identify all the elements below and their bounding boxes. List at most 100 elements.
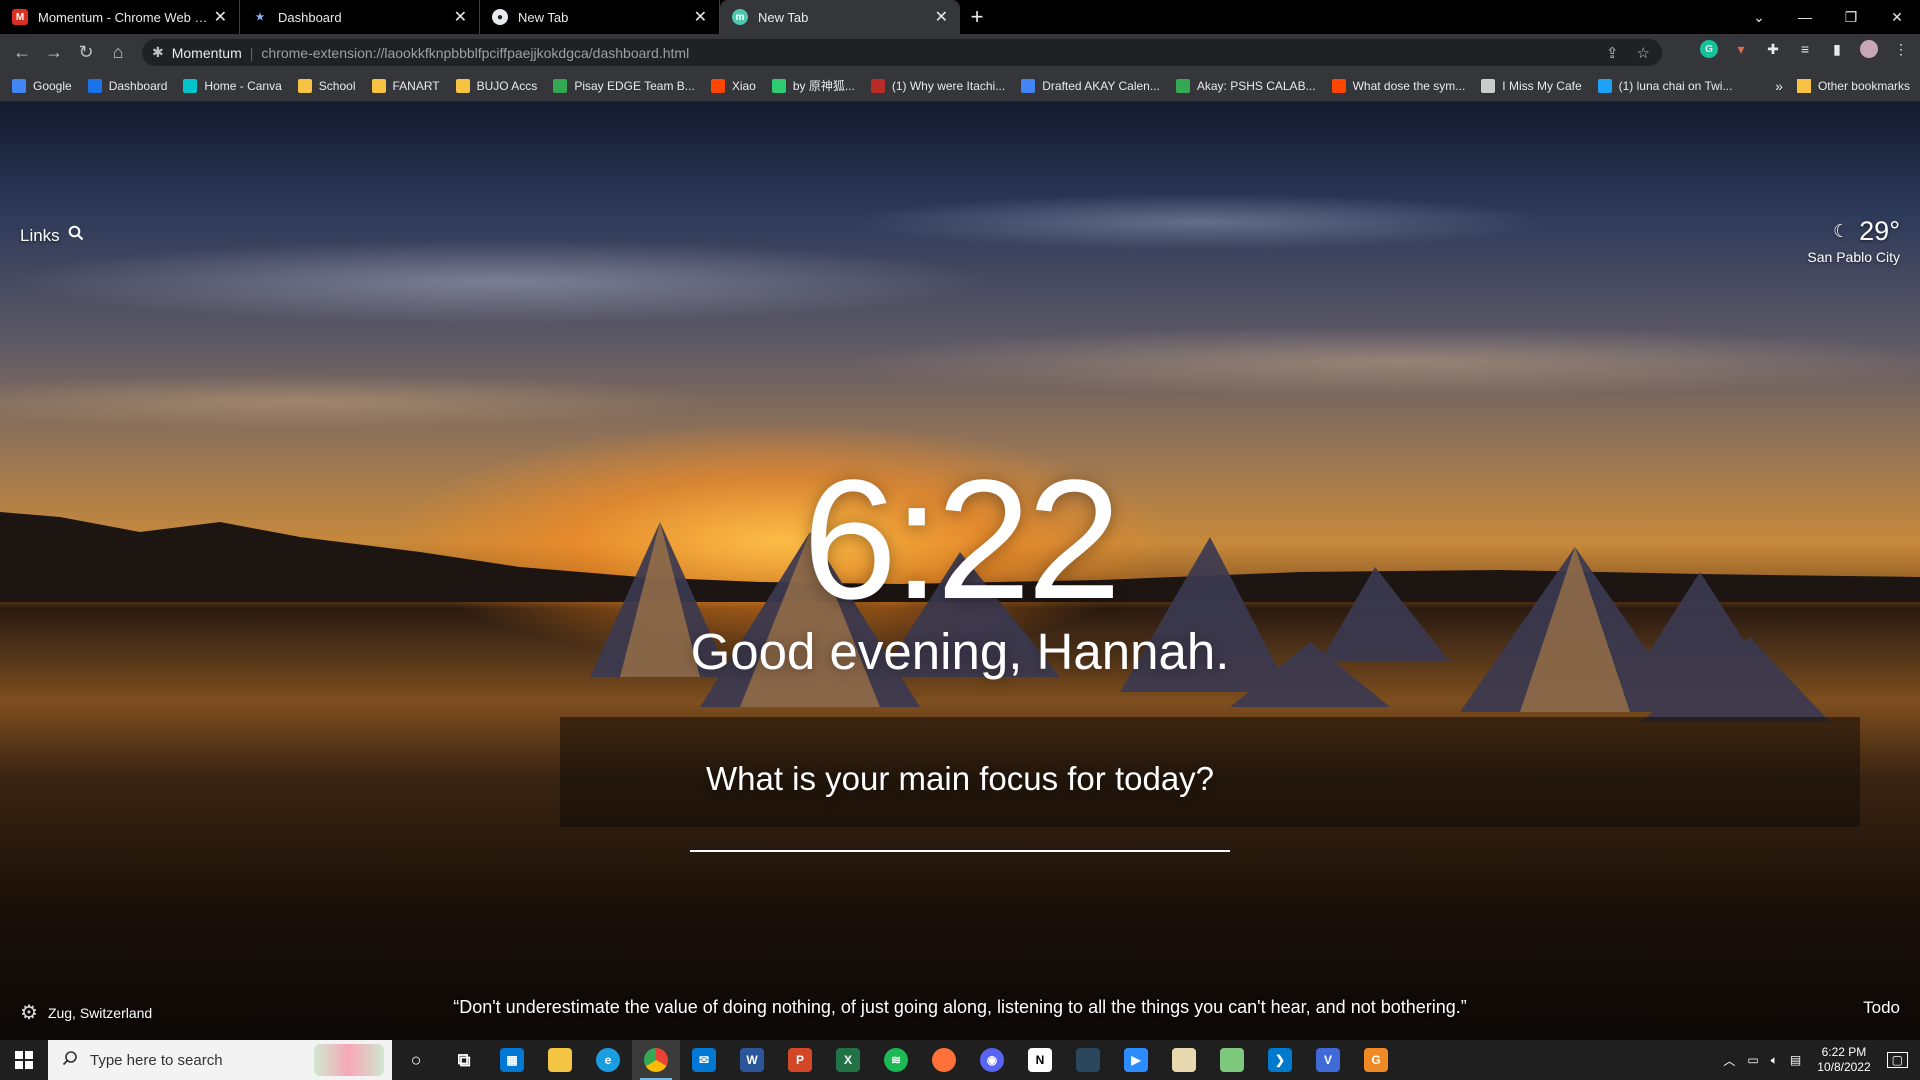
taskbar-zoom[interactable]: ▶: [1112, 1040, 1160, 1080]
search-icon[interactable]: [68, 225, 84, 246]
links-button[interactable]: Links: [20, 225, 84, 246]
bookmark-favicon-icon: [710, 78, 725, 93]
taskbar-edge[interactable]: e: [584, 1040, 632, 1080]
word-icon: W: [740, 1048, 764, 1072]
taskbar-notion[interactable]: N: [1016, 1040, 1064, 1080]
url-text: chrome-extension://laookkfknpbbblfpciffp…: [261, 44, 690, 61]
taskbar-chrome[interactable]: [632, 1040, 680, 1080]
start-button[interactable]: [0, 1040, 48, 1080]
chrome-icon: ●: [492, 9, 508, 25]
taskbar-grammarly-app[interactable]: G: [1352, 1040, 1400, 1080]
bookmark-label: (1) luna chai on Twi...: [1618, 78, 1733, 93]
tab-new-tab-active[interactable]: m New Tab ✕: [720, 0, 960, 34]
edge-icon: e: [596, 1048, 620, 1072]
other-bookmarks-label: Other bookmarks: [1817, 78, 1910, 93]
profile-avatar-icon[interactable]: [1860, 40, 1878, 58]
taskbar-vpn[interactable]: V: [1304, 1040, 1352, 1080]
folder-icon: [1796, 78, 1811, 93]
bookmarks-overflow-icon[interactable]: »: [1775, 78, 1783, 94]
tab-new-tab[interactable]: ● New Tab ✕: [480, 0, 720, 34]
reload-icon[interactable]: ↻: [70, 36, 102, 68]
grammarly-icon[interactable]: G: [1700, 40, 1718, 58]
other-bookmarks[interactable]: Other bookmarks: [1796, 78, 1910, 93]
bookmark-item[interactable]: Google: [12, 78, 72, 93]
bookmark-item[interactable]: FANART: [371, 78, 440, 93]
focus-input[interactable]: [690, 810, 1230, 852]
divider: |: [249, 44, 254, 61]
extension-icons: G ▾ ✚ ≡ ▮ ⋮: [1700, 40, 1910, 58]
close-icon[interactable]: ✕: [454, 7, 467, 27]
bookmark-favicon-icon: [1481, 78, 1496, 93]
taskbar-steam[interactable]: [1064, 1040, 1112, 1080]
menu-icon[interactable]: ⋮: [1892, 40, 1910, 58]
bookmark-item[interactable]: Pisay EDGE Team B...: [553, 78, 695, 93]
side-panel-icon[interactable]: ▮: [1828, 40, 1846, 58]
bookmark-item[interactable]: Xiao: [710, 78, 756, 93]
tab-dashboard[interactable]: ★ Dashboard ✕: [240, 0, 480, 34]
taskbar-mail[interactable]: ✉: [680, 1040, 728, 1080]
bookmark-item[interactable]: Home - Canva: [183, 78, 282, 93]
address-bar[interactable]: ✱ Momentum | chrome-extension://laookkfk…: [142, 39, 1662, 66]
puzzle-icon[interactable]: ✚: [1764, 40, 1782, 58]
taskbar-spotify[interactable]: ≋: [872, 1040, 920, 1080]
tab-momentum-web-store[interactable]: M Momentum - Chrome Web Store ✕: [0, 0, 240, 34]
volume-icon[interactable]: 🔈︎: [1771, 1053, 1778, 1068]
close-icon[interactable]: ✕: [694, 7, 707, 27]
bookmark-favicon-icon: [12, 78, 26, 93]
bookmark-item[interactable]: I Miss My Cafe: [1481, 78, 1582, 93]
bookmark-item[interactable]: Dashboard: [87, 78, 167, 93]
bookmark-item[interactable]: BUJO Accs: [455, 78, 537, 93]
todo-button[interactable]: Todo: [1863, 998, 1900, 1018]
chrome-web-store-icon: M: [12, 9, 28, 25]
close-icon[interactable]: ✕: [935, 7, 948, 27]
share-icon[interactable]: ⇪: [1606, 44, 1619, 62]
close-window-icon[interactable]: ✕: [1874, 0, 1920, 34]
extension-cup-icon[interactable]: ▾: [1732, 40, 1750, 58]
bookmark-item[interactable]: (1) luna chai on Twi...: [1597, 78, 1733, 93]
taskbar-file-explorer[interactable]: [536, 1040, 584, 1080]
search-highlight-illustration: [314, 1044, 384, 1076]
paint-icon: [1172, 1048, 1196, 1072]
back-icon[interactable]: ←: [6, 36, 38, 68]
bookmark-item[interactable]: What dose the sym...: [1331, 78, 1465, 93]
bookmark-item[interactable]: Akay: PSHS CALAB...: [1175, 78, 1316, 93]
taskbar-microsoft-store[interactable]: ▦: [488, 1040, 536, 1080]
bookmark-item[interactable]: School: [297, 78, 356, 93]
taskbar-paint[interactable]: [1160, 1040, 1208, 1080]
chevron-up-icon[interactable]: ︿: [1723, 1052, 1735, 1069]
bookmark-label: FANART: [392, 78, 440, 93]
close-icon[interactable]: ✕: [214, 7, 227, 27]
taskbar-firefox[interactable]: [920, 1040, 968, 1080]
device-icon[interactable]: ▭: [1747, 1053, 1758, 1067]
bookmark-label: by 原神狐...: [792, 79, 855, 93]
bookmark-item[interactable]: Drafted AKAY Calen...: [1021, 78, 1160, 93]
discord-icon: ◉: [980, 1048, 1004, 1072]
taskbar-notepad[interactable]: [1208, 1040, 1256, 1080]
taskbar-task-view[interactable]: ⧉: [440, 1040, 488, 1080]
taskbar-word[interactable]: W: [728, 1040, 776, 1080]
taskbar-vscode[interactable]: ❯: [1256, 1040, 1304, 1080]
restore-icon[interactable]: ❐: [1828, 0, 1874, 34]
forward-icon[interactable]: →: [38, 36, 70, 68]
notifications-icon[interactable]: ▢: [1886, 1052, 1908, 1068]
bookmark-favicon-icon: [870, 78, 885, 93]
taskbar-powerpoint[interactable]: P: [776, 1040, 824, 1080]
bookmark-favicon-icon: [1175, 78, 1190, 93]
taskbar-clock[interactable]: 6:22 PM 10/8/2022: [1817, 1045, 1870, 1075]
taskbar-discord[interactable]: ◉: [968, 1040, 1016, 1080]
bookmark-item[interactable]: by 原神狐...: [771, 77, 855, 94]
weather-widget[interactable]: ☾ 29° San Pablo City: [1807, 216, 1900, 265]
bookmark-star-icon[interactable]: ☆: [1637, 44, 1650, 62]
minimize-icon[interactable]: —: [1782, 0, 1828, 34]
task-view-icon: ⧉: [457, 1049, 471, 1070]
taskbar-excel[interactable]: X: [824, 1040, 872, 1080]
tab-search-icon[interactable]: ⌄: [1736, 0, 1782, 34]
weather-city: San Pablo City: [1807, 249, 1900, 265]
taskbar-cortana[interactable]: ○: [392, 1040, 440, 1080]
taskbar-search[interactable]: Type here to search: [48, 1040, 392, 1080]
new-tab-button[interactable]: +: [960, 0, 994, 34]
home-icon[interactable]: ⌂: [102, 36, 134, 68]
reading-list-icon[interactable]: ≡: [1796, 40, 1814, 58]
bookmark-item[interactable]: (1) Why were Itachi...: [870, 78, 1005, 93]
network-icon[interactable]: ▤: [1790, 1053, 1801, 1067]
